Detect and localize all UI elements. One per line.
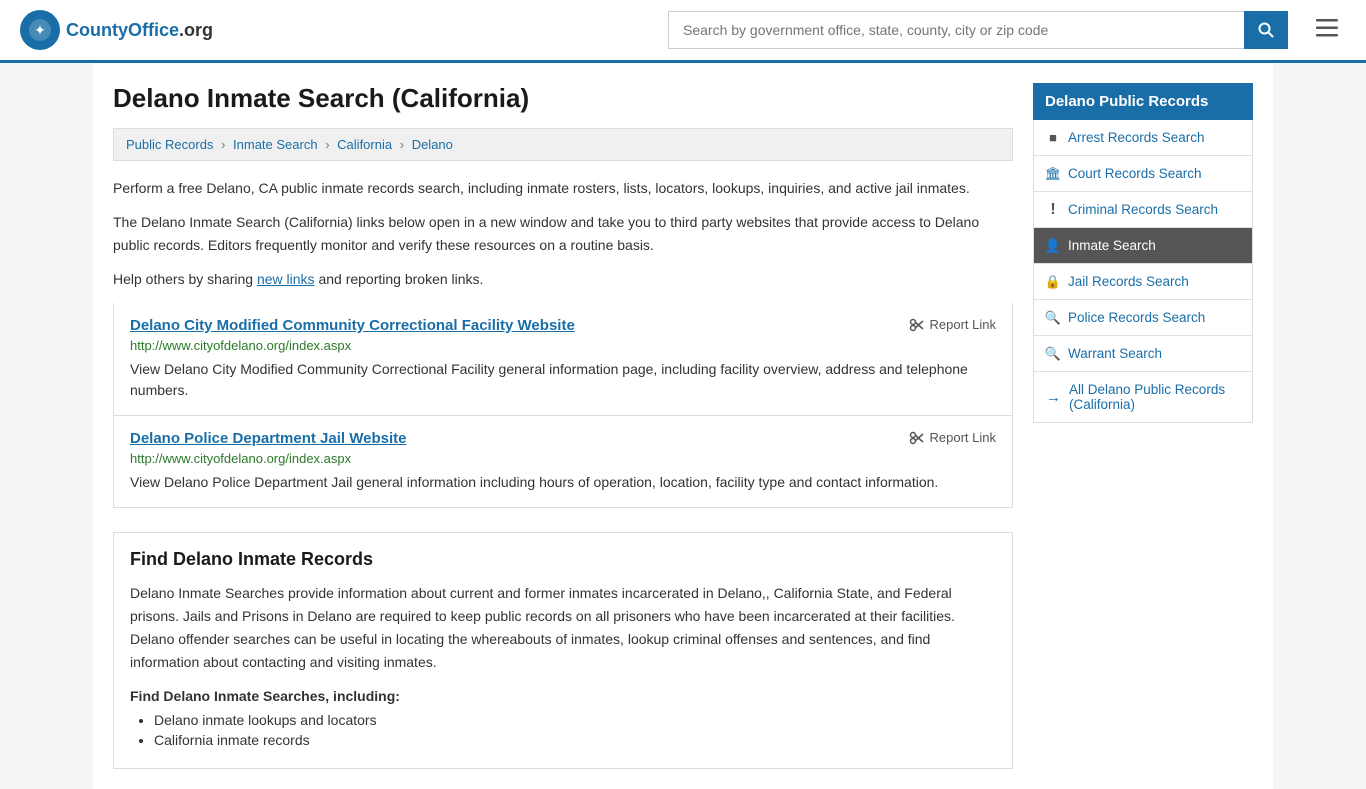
report-link-button-1[interactable]: Report Link: [909, 317, 996, 333]
sidebar-link-all-records[interactable]: → All Delano Public Records (California): [1034, 372, 1252, 422]
sidebar-item-criminal-records: ! Criminal Records Search: [1034, 192, 1252, 228]
logo-icon: ✦: [20, 10, 60, 50]
sidebar-link-court-records[interactable]: 🏛 Court Records Search: [1034, 156, 1252, 191]
find-records-list: Delano inmate lookups and locators Calif…: [130, 712, 996, 748]
breadcrumb-delano[interactable]: Delano: [412, 137, 453, 152]
breadcrumb-public-records[interactable]: Public Records: [126, 137, 213, 152]
link-card-1-title[interactable]: Delano City Modified Community Correctio…: [130, 317, 575, 334]
new-links[interactable]: new links: [257, 271, 315, 287]
sidebar-label-jail-records: Jail Records Search: [1068, 274, 1189, 289]
sidebar-label-warrant-search: Warrant Search: [1068, 346, 1162, 361]
search-button[interactable]: [1244, 11, 1288, 49]
sidebar-label-arrest-records: Arrest Records Search: [1068, 130, 1205, 145]
main-container: Delano Inmate Search (California) Public…: [93, 63, 1273, 789]
sidebar-label-inmate-search: Inmate Search: [1068, 238, 1156, 253]
description-3: Help others by sharing new links and rep…: [113, 268, 1013, 290]
link-card-2-header: Delano Police Department Jail Website Re…: [130, 430, 996, 447]
sidebar-list: ■ Arrest Records Search 🏛 Court Records …: [1033, 120, 1253, 423]
link-card-2: Delano Police Department Jail Website Re…: [113, 416, 1013, 508]
link-card-1-desc: View Delano City Modified Community Corr…: [130, 359, 996, 401]
police-records-icon: 🔍: [1046, 311, 1060, 325]
all-records-arrow-icon: →: [1046, 389, 1061, 406]
list-item-2: California inmate records: [154, 732, 996, 748]
sidebar-item-police-records: 🔍 Police Records Search: [1034, 300, 1252, 336]
sidebar-item-jail-records: 🔒 Jail Records Search: [1034, 264, 1252, 300]
warrant-search-icon: 🔍: [1046, 347, 1060, 361]
sidebar-link-criminal-records[interactable]: ! Criminal Records Search: [1034, 192, 1252, 227]
sidebar-link-warrant-search[interactable]: 🔍 Warrant Search: [1034, 336, 1252, 371]
hamburger-icon: [1316, 19, 1338, 37]
description-2: The Delano Inmate Search (California) li…: [113, 211, 1013, 256]
search-icon: [1258, 22, 1274, 38]
link-card-2-desc: View Delano Police Department Jail gener…: [130, 472, 996, 493]
inmate-search-icon: 👤: [1046, 239, 1060, 253]
svg-text:✦: ✦: [34, 22, 46, 38]
breadcrumb-sep-2: ›: [325, 137, 329, 152]
scissors-icon-2: [909, 430, 925, 446]
sidebar-label-criminal-records: Criminal Records Search: [1068, 202, 1218, 217]
menu-button[interactable]: [1308, 13, 1346, 47]
search-bar: [668, 11, 1288, 49]
sidebar-item-arrest-records: ■ Arrest Records Search: [1034, 120, 1252, 156]
search-input[interactable]: [668, 11, 1244, 49]
breadcrumb-inmate-search[interactable]: Inmate Search: [233, 137, 318, 152]
sidebar-item-all-records: → All Delano Public Records (California): [1034, 372, 1252, 422]
arrest-records-icon: ■: [1046, 131, 1060, 145]
sidebar-link-arrest-records[interactable]: ■ Arrest Records Search: [1034, 120, 1252, 155]
link-card-1-url[interactable]: http://www.cityofdelano.org/index.aspx: [130, 338, 996, 353]
link-card-1: Delano City Modified Community Correctio…: [113, 303, 1013, 416]
scissors-icon-1: [909, 317, 925, 333]
report-link-label-2: Report Link: [930, 430, 996, 445]
find-records-description: Delano Inmate Searches provide informati…: [130, 582, 996, 674]
sidebar-title: Delano Public Records: [1033, 83, 1253, 120]
find-records-section: Find Delano Inmate Records Delano Inmate…: [113, 532, 1013, 769]
sidebar-link-police-records[interactable]: 🔍 Police Records Search: [1034, 300, 1252, 335]
sidebar-link-inmate-search[interactable]: 👤 Inmate Search: [1034, 228, 1252, 263]
logo[interactable]: ✦ CountyOffice.org: [20, 10, 213, 50]
sidebar-item-court-records: 🏛 Court Records Search: [1034, 156, 1252, 192]
logo-text: CountyOffice.org: [66, 20, 213, 41]
breadcrumb-california[interactable]: California: [337, 137, 392, 152]
link-card-2-title[interactable]: Delano Police Department Jail Website: [130, 430, 406, 447]
jail-records-icon: 🔒: [1046, 275, 1060, 289]
desc3-suffix: and reporting broken links.: [315, 271, 484, 287]
sidebar: Delano Public Records ■ Arrest Records S…: [1033, 83, 1253, 769]
sidebar-link-jail-records[interactable]: 🔒 Jail Records Search: [1034, 264, 1252, 299]
site-header: ✦ CountyOffice.org: [0, 0, 1366, 63]
breadcrumb: Public Records › Inmate Search › Califor…: [113, 128, 1013, 161]
find-records-subheading: Find Delano Inmate Searches, including:: [130, 688, 996, 704]
content-area: Delano Inmate Search (California) Public…: [113, 83, 1013, 769]
list-item-1: Delano inmate lookups and locators: [154, 712, 996, 728]
sidebar-label-court-records: Court Records Search: [1068, 166, 1202, 181]
report-link-button-2[interactable]: Report Link: [909, 430, 996, 446]
criminal-records-icon: !: [1046, 203, 1060, 217]
link-card-1-header: Delano City Modified Community Correctio…: [130, 317, 996, 334]
page-title: Delano Inmate Search (California): [113, 83, 1013, 114]
description-1: Perform a free Delano, CA public inmate …: [113, 177, 1013, 199]
link-card-2-url[interactable]: http://www.cityofdelano.org/index.aspx: [130, 451, 996, 466]
report-link-label-1: Report Link: [930, 317, 996, 332]
breadcrumb-sep-3: ›: [400, 137, 404, 152]
sidebar-item-inmate-search: 👤 Inmate Search: [1034, 228, 1252, 264]
court-records-icon: 🏛: [1046, 167, 1060, 181]
breadcrumb-sep-1: ›: [221, 137, 225, 152]
desc3-prefix: Help others by sharing: [113, 271, 257, 287]
sidebar-item-warrant-search: 🔍 Warrant Search: [1034, 336, 1252, 372]
sidebar-label-all-records: All Delano Public Records (California): [1069, 382, 1240, 412]
find-records-title: Find Delano Inmate Records: [130, 549, 996, 570]
sidebar-label-police-records: Police Records Search: [1068, 310, 1205, 325]
